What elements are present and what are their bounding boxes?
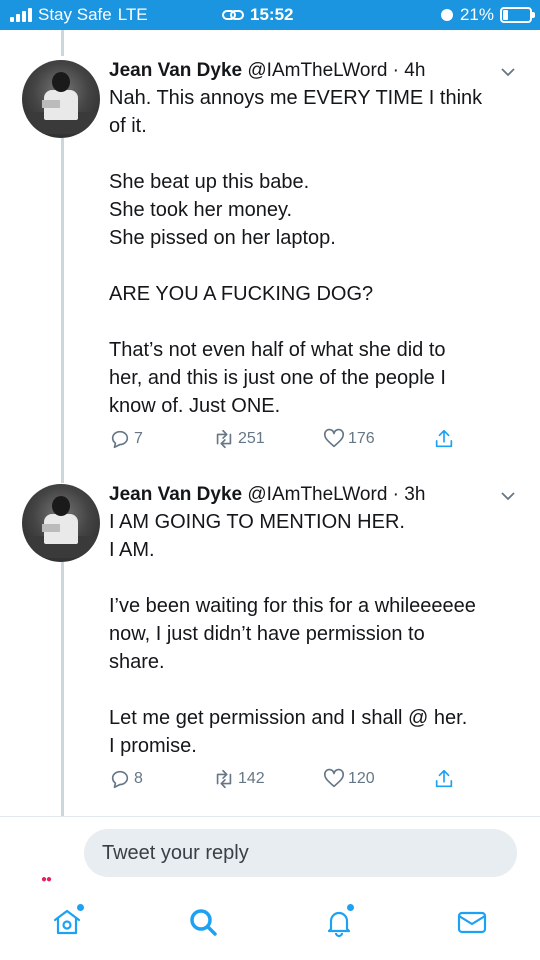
network-label: LTE — [117, 5, 148, 24]
heart-icon — [324, 428, 344, 448]
reply-button[interactable]: 7 — [109, 428, 143, 450]
like-count: 120 — [348, 770, 375, 787]
notification-dot — [347, 904, 354, 911]
share-button[interactable] — [433, 428, 455, 450]
reply-icon — [111, 770, 129, 789]
username[interactable]: @IAmTheLWord — [247, 60, 387, 81]
username[interactable]: @IAmTheLWord — [247, 484, 387, 505]
thread-line — [61, 30, 64, 56]
tweet-line — [109, 676, 529, 704]
tweet-line — [109, 140, 529, 168]
tweet-line: I AM. — [109, 539, 155, 561]
retweet-icon — [216, 429, 232, 449]
like-button[interactable]: 120 — [323, 768, 375, 790]
clock-label: 15:52 — [250, 5, 294, 24]
tweet-line — [109, 252, 529, 280]
retweet-count: 251 — [238, 430, 265, 447]
share-icon — [435, 429, 453, 448]
tweet-line: Let me get permission and I shall @ her. — [109, 707, 468, 729]
tab-bar — [0, 890, 540, 960]
status-bar: Stay Safe LTE 15:52 21% — [0, 0, 540, 30]
tweet-line: She beat up this babe. — [109, 171, 310, 193]
tweet-line: She took her money. — [109, 199, 293, 221]
tweet-line: ARE YOU A FUCKING DOG? — [109, 283, 374, 305]
avatar[interactable] — [22, 60, 100, 138]
notification-dot — [77, 904, 84, 911]
tweet-line: now, I just didn’t have permission to — [109, 623, 425, 645]
timestamp[interactable]: · 3h — [393, 484, 426, 505]
typing-dots: ●● — [41, 874, 52, 885]
like-button[interactable]: 176 — [323, 428, 375, 450]
reply-button[interactable]: 8 — [109, 768, 143, 790]
retweet-button[interactable]: 142 — [213, 768, 265, 790]
share-icon — [435, 769, 453, 788]
home-icon — [53, 909, 81, 935]
divider — [0, 816, 540, 817]
tweet-line: That’s not even half of what she did to — [109, 339, 446, 361]
retweet-count: 142 — [238, 770, 265, 787]
reply-count: 8 — [134, 770, 143, 787]
avatar[interactable] — [22, 484, 100, 562]
battery-percent: 21% — [459, 5, 494, 24]
tweet-line: I AM GOING TO MENTION HER. — [109, 511, 405, 533]
tweet-line: I’ve been waiting for this for a whileee… — [109, 595, 476, 617]
carrier-label: Stay Safe — [38, 5, 112, 24]
share-button[interactable] — [433, 768, 455, 790]
tweet-line: I promise. — [109, 735, 197, 757]
messages-icon — [457, 911, 487, 934]
alarm-icon — [440, 9, 453, 21]
display-name[interactable]: Jean Van Dyke — [109, 484, 242, 505]
tweet-line: She pissed on her laptop. — [109, 227, 336, 249]
battery-icon — [500, 7, 535, 23]
retweet-icon — [216, 769, 232, 789]
tweet-header: Jean Van Dyke @IAmTheLWord · 3h — [109, 482, 529, 508]
search-icon — [190, 909, 217, 936]
tweet-line: share. — [109, 651, 165, 673]
tab-search[interactable] — [187, 906, 219, 938]
tab-messages[interactable] — [456, 906, 488, 938]
tweet-header: Jean Van Dyke @IAmTheLWord · 4h — [109, 58, 529, 84]
heart-icon — [324, 768, 344, 788]
tweet-line: Nah. This annoys me EVERY TIME I think — [109, 87, 483, 109]
reply-count: 7 — [134, 430, 143, 447]
tweet-line — [109, 308, 529, 336]
chevron-down-icon[interactable] — [500, 64, 516, 80]
tweet-text: I AM GOING TO MENTION HER. I AM. I’ve be… — [109, 508, 529, 760]
tweet-line: know of. Just ONE. — [109, 395, 281, 417]
tab-notifications[interactable] — [323, 904, 355, 938]
tab-home[interactable] — [51, 904, 84, 938]
reply-input[interactable]: Tweet your reply — [84, 829, 517, 877]
display-name[interactable]: Jean Van Dyke — [109, 60, 242, 81]
tweet-line: her, and this is just one of the people … — [109, 367, 446, 389]
tweet-line: of it. — [109, 115, 147, 137]
tweet-text: Nah. This annoys me EVERY TIME I think o… — [109, 84, 529, 420]
timestamp[interactable]: · 4h — [393, 60, 426, 81]
tweet-line — [109, 564, 529, 592]
thread-line — [61, 562, 64, 817]
thread-line — [61, 138, 64, 483]
reply-placeholder: Tweet your reply — [102, 842, 249, 864]
like-count: 176 — [348, 430, 375, 447]
retweet-button[interactable]: 251 — [213, 428, 265, 450]
link-icon — [222, 10, 244, 20]
signal-icon — [10, 8, 32, 22]
reply-icon — [111, 430, 129, 449]
chevron-down-icon[interactable] — [500, 488, 516, 504]
